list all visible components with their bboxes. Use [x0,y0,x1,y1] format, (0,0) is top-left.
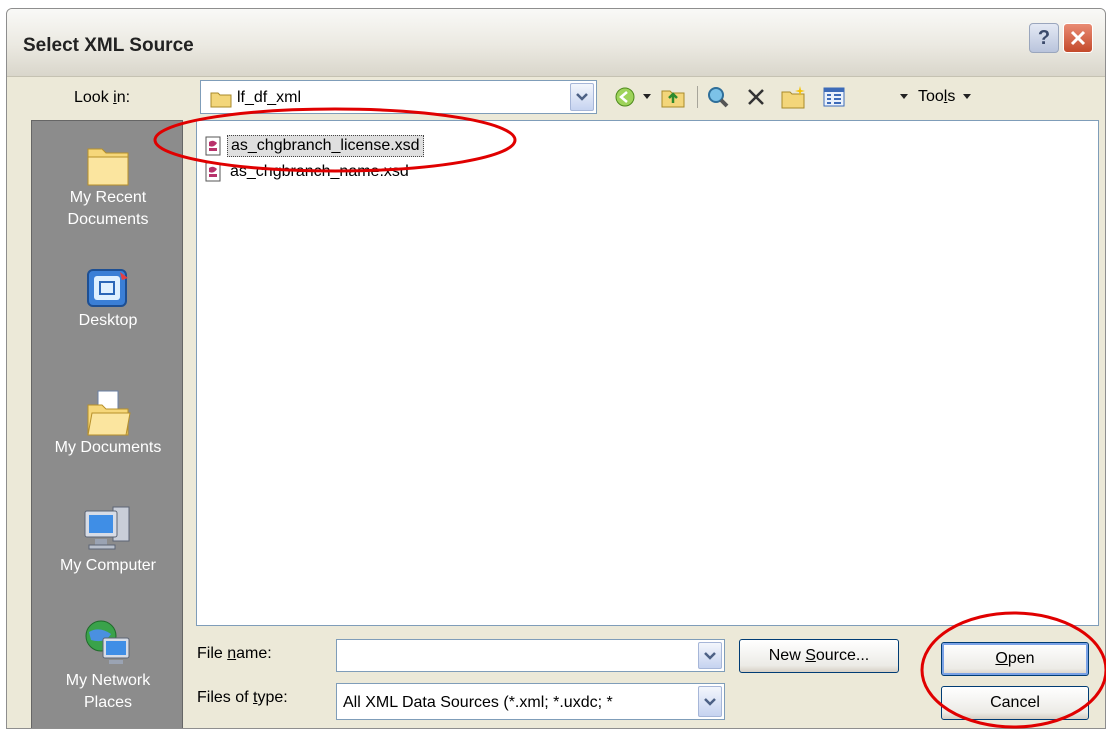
open-label: Open [995,650,1035,667]
place-my-recent-documents[interactable]: My Recent Documents [32,141,184,231]
place-label: My Network [65,672,151,689]
create-new-folder-button[interactable] [779,82,809,112]
place-label: Documents [67,211,149,228]
place-label: My Recent [69,189,147,206]
folder-icon [210,92,232,108]
place-label: My Computer [59,557,157,574]
my-documents-icon [87,390,131,436]
back-button[interactable] [610,82,640,112]
place-my-network-places[interactable]: My Network Places [32,618,184,714]
place-my-computer[interactable]: My Computer [32,501,184,577]
help-icon: ? [1037,26,1051,49]
file-name-text: as_chgbranch_name.xsd [230,163,409,180]
look-in-dropdown[interactable]: lf_df_xml [200,80,597,114]
places-bar: My Recent Documents Desktop My Documents [31,120,184,728]
xsd-file-icon [205,136,221,156]
help-button[interactable]: ? [1029,23,1059,53]
file-list[interactable]: as_chgbranch_license.xsd as_chgbranch_na… [196,120,1099,626]
chevron-down-icon [704,651,716,660]
files-of-type-label: Files of type: [197,689,288,706]
views-icon [823,87,845,107]
place-label: Places [83,694,133,711]
file-name-dropdown-arrow[interactable] [698,642,722,669]
close-button[interactable] [1063,23,1093,53]
look-in-value: lf_df_xml [237,89,302,106]
chevron-down-icon [576,93,588,101]
place-label: Desktop [78,312,138,329]
place-label: My Documents [54,439,162,456]
open-button[interactable]: Open [941,642,1089,676]
views-button[interactable] [819,82,849,112]
new-source-label: New Source... [768,647,870,664]
dropdown-triangle-icon [643,94,651,99]
dialog-title: Select XML Source [23,35,194,56]
toolbar-separator [695,85,699,109]
tools-menu-button[interactable]: Tools [918,88,971,106]
place-desktop[interactable]: Desktop [32,266,184,332]
delete-icon [748,89,764,105]
title-bar[interactable]: Select XML Source ? [7,9,1105,77]
new-source-button[interactable]: New Source... [739,639,899,673]
files-of-type-value: All XML Data Sources (*.xml; *.uxdc; * [343,694,613,711]
file-name-label: File name: [197,645,272,662]
file-item-as-chgbranch-name[interactable]: as_chgbranch_name.xsd [204,159,412,185]
cancel-label: Cancel [990,694,1040,711]
select-xml-source-dialog: Select XML Source ? Look in: lf_df_xml T… [6,8,1106,729]
file-item-as-chgbranch-license[interactable]: as_chgbranch_license.xsd [204,133,424,159]
back-icon [615,87,635,107]
close-icon [1070,30,1086,46]
files-of-type-dropdown-arrow[interactable] [698,686,722,717]
cancel-button[interactable]: Cancel [941,686,1089,720]
delete-button[interactable] [741,82,771,112]
network-places-icon [85,620,130,664]
folder-up-icon [661,90,685,108]
search-web-button[interactable] [703,82,733,112]
xsd-file-icon [205,162,221,182]
look-in-dropdown-arrow[interactable] [570,83,594,111]
dropdown-triangle-icon [962,93,971,99]
recent-documents-icon [87,148,129,186]
new-folder-icon [781,86,805,109]
views-dropdown-button[interactable] [897,89,911,105]
search-web-icon [708,87,729,108]
place-my-documents[interactable]: My Documents [32,389,184,459]
dropdown-triangle-icon [900,94,908,99]
up-one-level-button[interactable] [658,82,688,112]
my-computer-icon [84,506,130,550]
files-of-type-dropdown[interactable]: All XML Data Sources (*.xml; *.uxdc; * [336,683,725,720]
back-history-button[interactable] [640,89,654,105]
file-name-text: as_chgbranch_license.xsd [227,135,424,157]
chevron-down-icon [704,697,716,706]
file-name-input[interactable] [336,639,725,672]
look-in-label: Look in: [74,89,131,106]
desktop-icon [87,269,128,307]
